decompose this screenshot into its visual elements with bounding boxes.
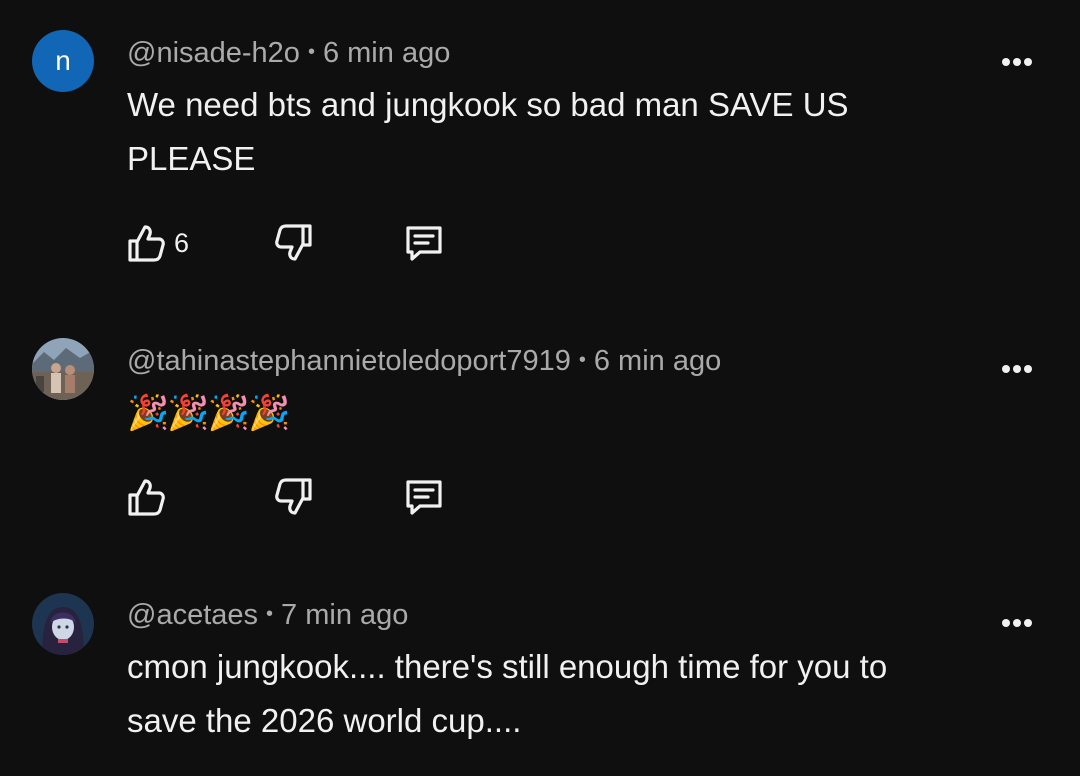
- comment-meta: @nisade-h2o • 6 min ago: [127, 34, 450, 71]
- avatar[interactable]: n: [32, 30, 94, 92]
- reply-button[interactable]: [402, 218, 446, 268]
- thumbs-up-icon: [128, 479, 165, 516]
- like-count: 6: [174, 227, 190, 258]
- author-handle[interactable]: @acetaes: [127, 599, 258, 631]
- separator-dot: •: [578, 349, 586, 371]
- dislike-button[interactable]: [272, 472, 316, 522]
- comment-text: cmon jungkook.... there's still enough t…: [127, 640, 1007, 748]
- separator-dot: •: [266, 603, 274, 625]
- more-options-button[interactable]: [992, 42, 1042, 82]
- avatar[interactable]: [32, 338, 94, 400]
- dislike-button[interactable]: [272, 218, 316, 268]
- thumbs-up-icon: [128, 225, 165, 262]
- avatar-letter: n: [55, 45, 71, 76]
- comment-text-line: cmon jungkook.... there's still enough t…: [127, 648, 888, 685]
- timestamp[interactable]: 6 min ago: [594, 345, 721, 377]
- thumbs-down-icon: [275, 478, 312, 515]
- like-button[interactable]: 6: [124, 218, 189, 268]
- comment-text-line: PLEASE: [127, 140, 256, 177]
- thumbs-down-icon: [275, 224, 312, 261]
- reply-icon: [406, 480, 442, 515]
- more-options-icon: [1002, 365, 1032, 373]
- more-options-icon: [1002, 619, 1032, 627]
- avatar[interactable]: [32, 593, 94, 655]
- author-handle[interactable]: @nisade-h2o: [127, 37, 300, 69]
- author-handle[interactable]: @tahinastephannietoledoport7919: [127, 345, 571, 377]
- timestamp[interactable]: 7 min ago: [281, 599, 408, 631]
- avatar-photo: [32, 593, 94, 655]
- reply-icon: [406, 226, 442, 261]
- more-options-button[interactable]: [992, 349, 1042, 389]
- comment-text-line: We need bts and jungkook so bad man SAVE…: [127, 86, 849, 123]
- comment-text: We need bts and jungkook so bad man SAVE…: [127, 78, 1007, 186]
- avatar-photo: [32, 338, 94, 400]
- more-options-button[interactable]: [992, 603, 1042, 643]
- comment-text-line: save the 2026 world cup....: [127, 702, 522, 739]
- comment-meta: @acetaes • 7 min ago: [127, 596, 408, 633]
- timestamp[interactable]: 6 min ago: [323, 37, 450, 69]
- comment-meta: @tahinastephannietoledoport7919 • 6 min ag…: [127, 342, 721, 379]
- comment-text: 🎉🎉🎉🎉: [127, 393, 290, 433]
- reply-button[interactable]: [402, 472, 446, 522]
- separator-dot: •: [307, 41, 315, 63]
- like-button[interactable]: [124, 472, 168, 522]
- more-options-icon: [1002, 58, 1032, 66]
